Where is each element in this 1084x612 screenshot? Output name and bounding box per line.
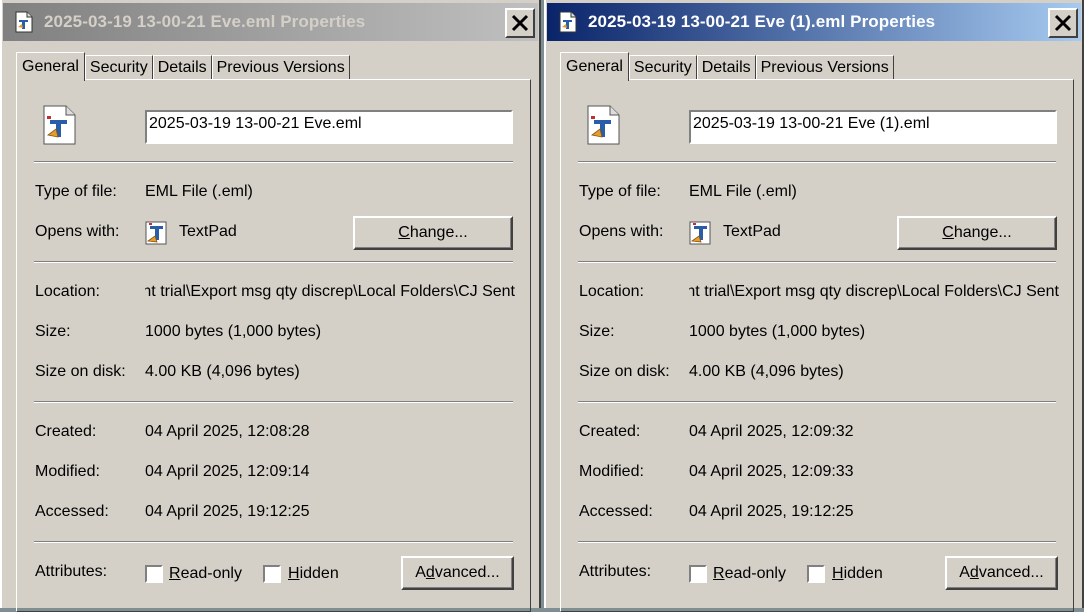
- separator: [578, 541, 1056, 543]
- properties-dialog-left: 2025-03-19 13-00-21 Eve.eml Properties G…: [0, 0, 541, 612]
- hidden-label[interactable]: Hidden: [832, 565, 883, 583]
- filename-input[interactable]: 2025-03-19 13-00-21 Eve.eml: [145, 110, 513, 144]
- accessed-label: Accessed:: [35, 503, 109, 520]
- separator: [34, 261, 513, 263]
- type-of-file-value: EML File (.eml): [689, 183, 797, 200]
- tab-previous-versions[interactable]: Previous Versions: [755, 55, 894, 80]
- change-button[interactable]: Change...: [353, 216, 513, 250]
- tab-general[interactable]: General: [560, 52, 629, 81]
- tab-details[interactable]: Details: [696, 55, 756, 80]
- size-on-disk-value: 4.00 KB (4,096 bytes): [145, 363, 300, 380]
- separator: [34, 401, 513, 403]
- read-only-checkbox[interactable]: [145, 565, 163, 583]
- accessed-value: 04 April 2025, 19:12:25: [689, 503, 854, 520]
- location-value[interactable]: ent trial\Export msg qty discrep\Local F…: [145, 283, 515, 301]
- change-button-label: Change...: [398, 224, 468, 241]
- location-value[interactable]: ent trial\Export msg qty discrep\Local F…: [689, 283, 1059, 301]
- window-title: 2025-03-19 13-00-21 Eve (1).eml Properti…: [588, 12, 936, 31]
- size-on-disk-value: 4.00 KB (4,096 bytes): [689, 363, 844, 380]
- attributes-label: Attributes:: [579, 563, 652, 580]
- size-label: Size:: [579, 323, 615, 340]
- textpad-icon: [144, 219, 170, 247]
- hidden-checkbox[interactable]: [263, 565, 281, 583]
- general-panel: 2025-03-19 13-00-21 Eve.eml Type of file…: [16, 79, 531, 612]
- tab-security[interactable]: Security: [84, 55, 153, 80]
- created-label: Created:: [35, 423, 97, 440]
- advanced-button-label: Advanced...: [959, 564, 1044, 581]
- size-value: 1000 bytes (1,000 bytes): [145, 323, 322, 340]
- modified-value: 04 April 2025, 12:09:14: [145, 463, 310, 480]
- size-on-disk-label: Size on disk:: [35, 363, 126, 380]
- eml-file-icon: [13, 10, 35, 34]
- tab-strip: General Security Details Previous Versio…: [560, 52, 894, 81]
- type-of-file-label: Type of file:: [35, 183, 117, 200]
- change-button-label: Change...: [942, 224, 1012, 241]
- close-icon: [511, 14, 529, 32]
- separator: [578, 161, 1056, 163]
- location-label: Location:: [35, 283, 100, 300]
- opens-with-app: TextPad: [179, 223, 237, 240]
- close-button[interactable]: [505, 8, 535, 38]
- eml-file-icon: [557, 10, 579, 34]
- eml-file-icon: [585, 104, 621, 146]
- close-icon: [1054, 14, 1072, 32]
- advanced-button-label: Advanced...: [415, 564, 500, 581]
- eml-file-icon: [41, 104, 77, 146]
- title-bar[interactable]: 2025-03-19 13-00-21 Eve.eml Properties: [3, 3, 538, 41]
- location-label: Location:: [579, 283, 644, 300]
- hidden-label[interactable]: Hidden: [288, 565, 339, 583]
- window-title: 2025-03-19 13-00-21 Eve.eml Properties: [44, 12, 366, 31]
- advanced-button[interactable]: Advanced...: [401, 556, 514, 590]
- created-value: 04 April 2025, 12:09:32: [689, 423, 854, 440]
- size-label: Size:: [35, 323, 71, 340]
- size-on-disk-label: Size on disk:: [579, 363, 670, 380]
- tab-strip: General Security Details Previous Versio…: [16, 52, 350, 81]
- tab-previous-versions[interactable]: Previous Versions: [211, 55, 350, 80]
- textpad-icon: [688, 219, 714, 247]
- opens-with-app: TextPad: [723, 223, 781, 240]
- general-panel: 2025-03-19 13-00-21 Eve (1).eml Type of …: [560, 79, 1074, 612]
- separator: [578, 401, 1056, 403]
- separator: [34, 161, 513, 163]
- close-button[interactable]: [1048, 8, 1078, 38]
- type-of-file-value: EML File (.eml): [145, 183, 253, 200]
- read-only-label[interactable]: Read-only: [169, 565, 242, 583]
- change-button[interactable]: Change...: [897, 216, 1057, 250]
- title-bar[interactable]: 2025-03-19 13-00-21 Eve (1).eml Properti…: [547, 3, 1081, 41]
- type-of-file-label: Type of file:: [579, 183, 661, 200]
- modified-value: 04 April 2025, 12:09:33: [689, 463, 854, 480]
- tab-general[interactable]: General: [16, 52, 85, 81]
- accessed-label: Accessed:: [579, 503, 653, 520]
- properties-dialog-right: 2025-03-19 13-00-21 Eve (1).eml Properti…: [544, 0, 1084, 612]
- size-value: 1000 bytes (1,000 bytes): [689, 323, 866, 340]
- opens-with-label: Opens with:: [35, 223, 120, 240]
- modified-label: Modified:: [35, 463, 100, 480]
- read-only-checkbox[interactable]: [689, 565, 707, 583]
- modified-label: Modified:: [579, 463, 644, 480]
- tab-security[interactable]: Security: [628, 55, 697, 80]
- separator: [578, 261, 1056, 263]
- tab-details[interactable]: Details: [152, 55, 212, 80]
- separator: [34, 541, 513, 543]
- filename-input[interactable]: 2025-03-19 13-00-21 Eve (1).eml: [689, 110, 1057, 144]
- opens-with-label: Opens with:: [579, 223, 664, 240]
- created-value: 04 April 2025, 12:08:28: [145, 423, 310, 440]
- created-label: Created:: [579, 423, 641, 440]
- read-only-label[interactable]: Read-only: [713, 565, 786, 583]
- attributes-label: Attributes:: [35, 563, 108, 580]
- advanced-button[interactable]: Advanced...: [945, 556, 1058, 590]
- hidden-checkbox[interactable]: [807, 565, 825, 583]
- accessed-value: 04 April 2025, 19:12:25: [145, 503, 310, 520]
